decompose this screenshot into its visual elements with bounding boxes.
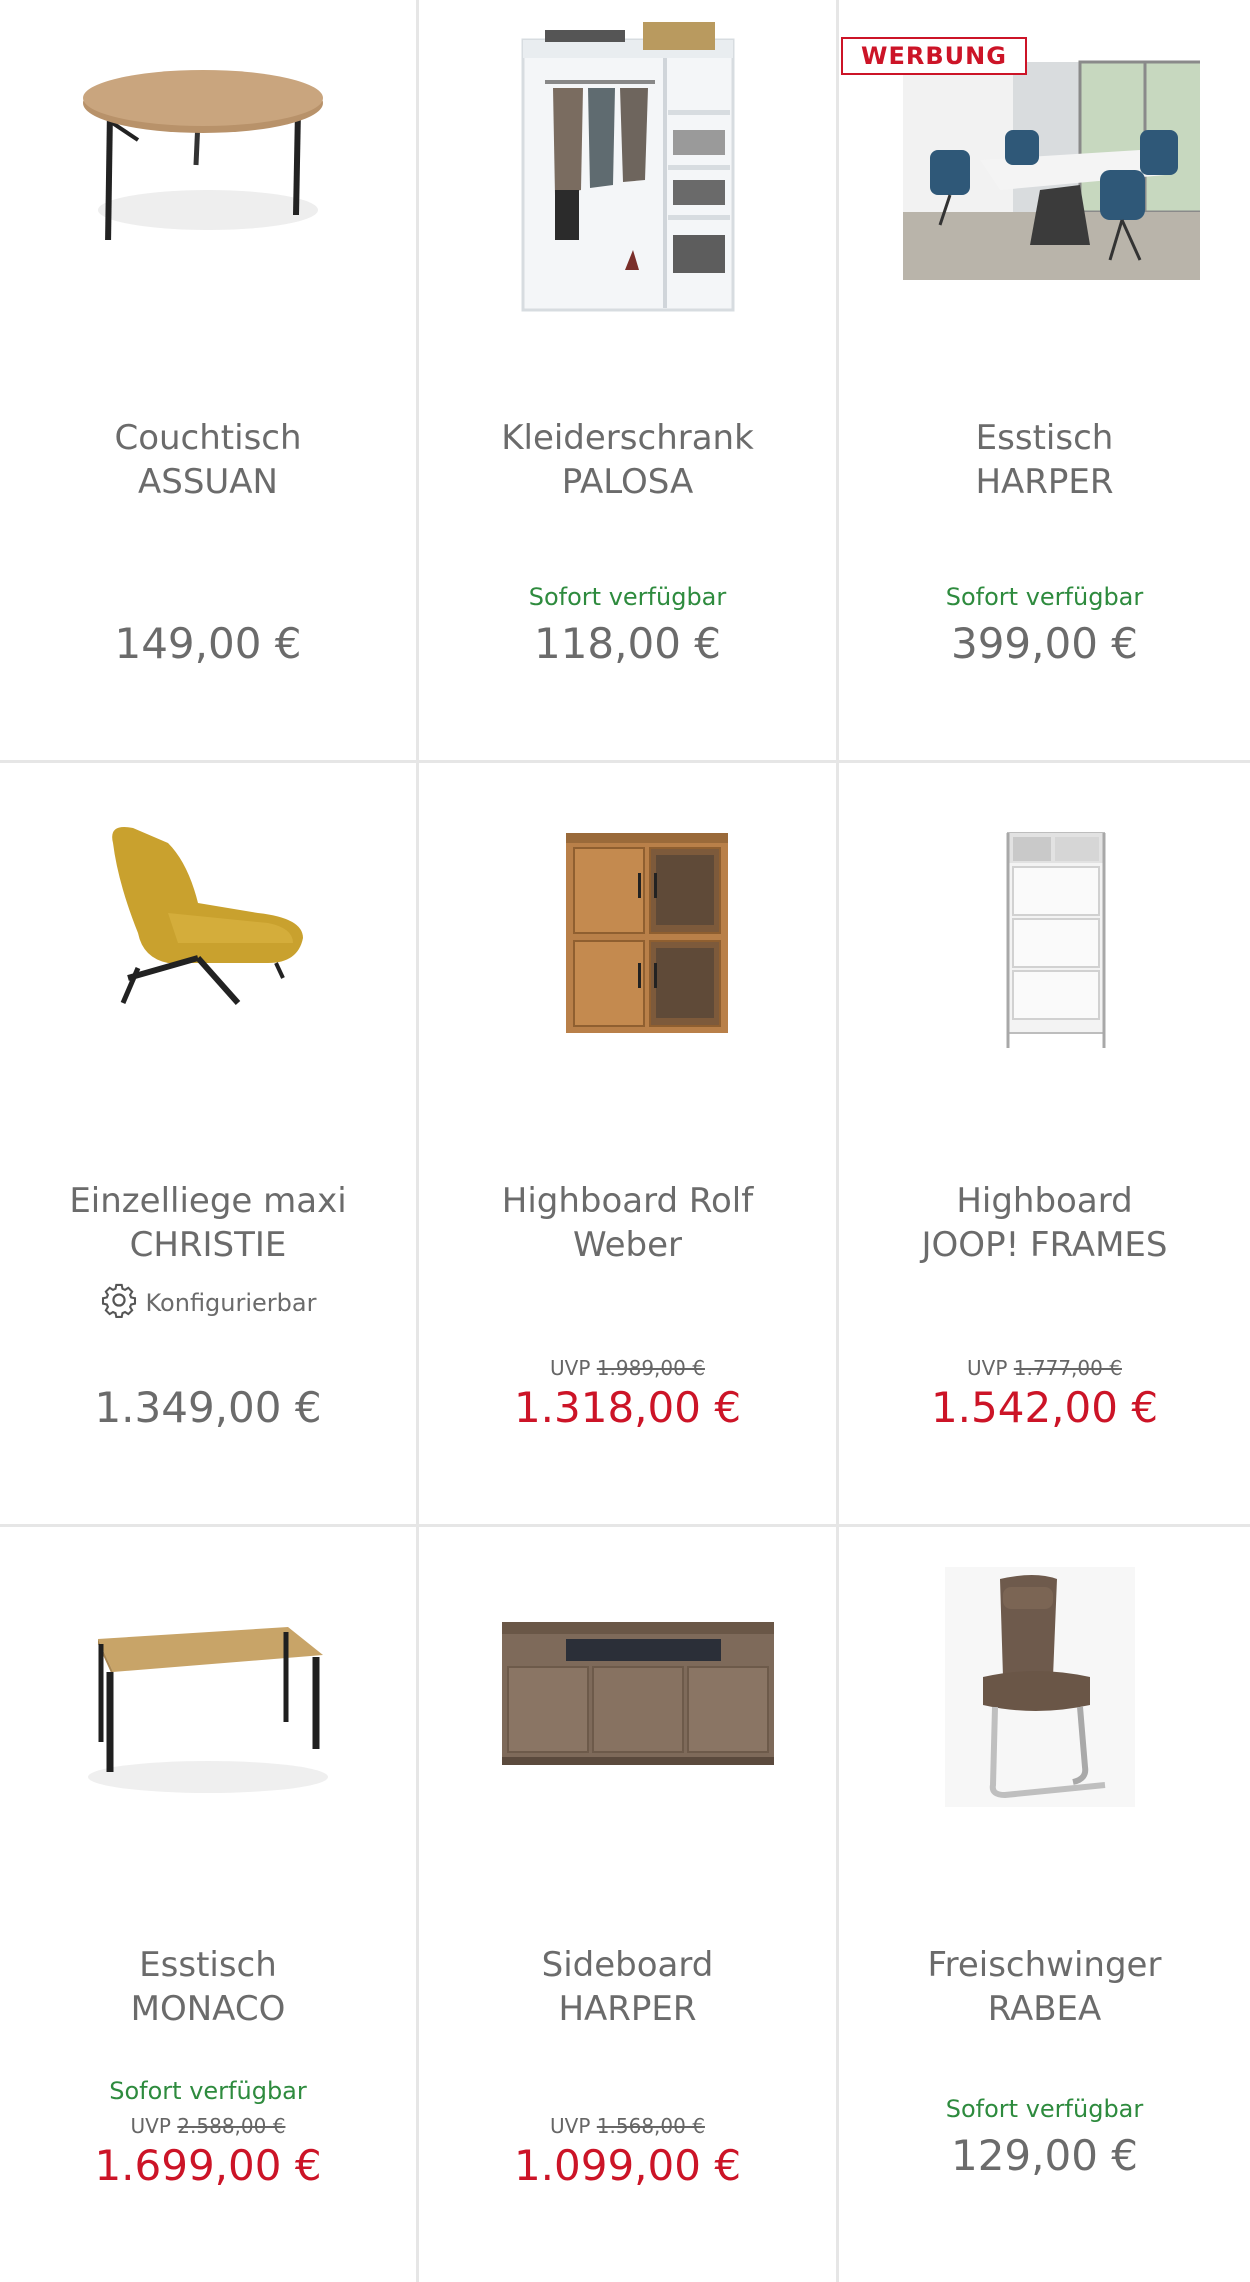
uvp-price: UVP 2.588,00 €: [131, 2112, 286, 2140]
product-name-line2: JOOP! FRAMES: [921, 1225, 1168, 1265]
availability-status: Sofort verfügbar: [109, 2077, 307, 2105]
product-price: 149,00 €: [114, 619, 302, 668]
price-block: Sofort verfügbar 399,00 €: [839, 582, 1250, 670]
availability-status: Sofort verfügbar: [945, 2095, 1144, 2123]
product-card-esstisch-harper[interactable]: Esstisch HARPER Sofort verfügbar 399,00 …: [839, 0, 1250, 763]
product-price: 399,00 €: [950, 619, 1139, 668]
product-image-sideboard[interactable]: [419, 1527, 836, 1917]
availability-status: Sofort verfügbar: [528, 583, 727, 611]
product-name-line2: RABEA: [987, 1989, 1102, 2029]
uvp-label: UVP: [967, 1356, 1008, 1380]
product-card-highboard-rolf-weber[interactable]: Highboard Rolf Weber UVP 1.989,00 € 1.31…: [419, 763, 839, 1527]
price-block: Sofort verfügbar 118,00 €: [419, 582, 836, 670]
product-price: 1.349,00 €: [94, 1383, 322, 1432]
product-name[interactable]: Esstisch HARPER: [955, 416, 1133, 504]
product-image-wardrobe[interactable]: [419, 0, 836, 390]
product-price: 1.099,00 €: [513, 2141, 742, 2190]
uvp-old-price: 1.777,00 €: [1013, 1356, 1122, 1380]
uvp-price: UVP 1.989,00 €: [550, 1354, 705, 1382]
availability-status: Sofort verfügbar: [945, 583, 1144, 611]
product-card-highboard-joop-frames[interactable]: Highboard JOOP! FRAMES UVP 1.777,00 € 1.…: [839, 763, 1250, 1527]
product-name-line2: Weber: [572, 1225, 682, 1265]
price-block: Sofort verfügbar UVP 2.588,00 € 1.699,00…: [0, 2076, 416, 2192]
product-name-line1: Esstisch: [975, 418, 1114, 458]
uvp-old-price: 1.568,00 €: [596, 2114, 705, 2138]
price-block: 149,00 €: [0, 618, 416, 670]
uvp-old-price: 2.588,00 €: [177, 2114, 286, 2138]
price-block: UVP 1.568,00 € 1.099,00 €: [419, 2112, 836, 2192]
product-card-sideboard-harper[interactable]: Sideboard HARPER UVP 1.568,00 € 1.099,00…: [419, 1527, 839, 2282]
product-image-lounger[interactable]: [0, 763, 416, 1153]
product-name-line1: Freischwinger: [927, 1945, 1162, 1985]
product-name-line2: HARPER: [975, 462, 1114, 502]
product-name[interactable]: Couchtisch ASSUAN: [94, 416, 321, 504]
product-name-line1: Einzelliege maxi: [69, 1181, 347, 1221]
product-name-line2: CHRISTIE: [129, 1225, 287, 1265]
uvp-price: UVP 1.777,00 €: [967, 1354, 1122, 1382]
product-card-freischwinger-rabea[interactable]: Freischwinger RABEA Sofort verfügbar 129…: [839, 1527, 1250, 2282]
product-name-line2: PALOSA: [561, 462, 694, 502]
product-name[interactable]: Sideboard HARPER: [522, 1943, 734, 2031]
price-block: 1.349,00 €: [0, 1382, 416, 1434]
product-name-line1: Sideboard: [541, 1945, 714, 1985]
uvp-old-price: 1.989,00 €: [596, 1356, 705, 1380]
product-price: 1.542,00 €: [930, 1383, 1159, 1432]
configurable-hint[interactable]: Konfigurierbar: [100, 1281, 317, 1325]
product-image-cantilever-chair[interactable]: [839, 1527, 1250, 1917]
product-card-esstisch-monaco[interactable]: Esstisch MONACO Sofort verfügbar UVP 2.5…: [0, 1527, 419, 2282]
advertising-badge: WERBUNG: [841, 37, 1027, 75]
product-name-line1: Highboard: [956, 1181, 1133, 1221]
product-image-highboard-white[interactable]: [839, 763, 1250, 1153]
product-card-kleiderschrank-palosa[interactable]: Kleiderschrank PALOSA Sofort verfügbar 1…: [419, 0, 839, 763]
product-name-line1: Kleiderschrank: [501, 418, 754, 458]
product-image-highboard-oak[interactable]: [419, 763, 836, 1153]
product-name-line1: Esstisch: [139, 1945, 277, 1985]
uvp-label: UVP: [550, 2114, 591, 2138]
price-block: UVP 1.989,00 € 1.318,00 €: [419, 1354, 836, 1434]
product-name-line2: MONACO: [130, 1989, 286, 2029]
gear-icon: [100, 1281, 138, 1325]
uvp-label: UVP: [130, 2114, 171, 2138]
product-card-einzelliege-christie[interactable]: Einzelliege maxi CHRISTIE Konfigurierbar…: [0, 763, 419, 1527]
product-grid: Couchtisch ASSUAN 149,00 € Kleiderschran…: [0, 0, 1250, 2282]
product-name-line1: Couchtisch: [114, 418, 302, 458]
product-card-couchtisch-assuan[interactable]: Couchtisch ASSUAN 149,00 €: [0, 0, 419, 763]
uvp-price: UVP 1.568,00 €: [550, 2112, 705, 2140]
product-price: 118,00 €: [533, 619, 722, 668]
product-name[interactable]: Kleiderschrank PALOSA: [481, 416, 774, 504]
product-name[interactable]: Esstisch MONACO: [111, 1943, 306, 2031]
product-price: 1.318,00 €: [513, 1383, 742, 1432]
product-image-coffee-table[interactable]: [0, 0, 416, 390]
product-name[interactable]: Einzelliege maxi CHRISTIE: [49, 1179, 366, 1267]
product-name-line2: ASSUAN: [137, 462, 278, 502]
product-name[interactable]: Highboard JOOP! FRAMES: [902, 1179, 1188, 1267]
product-name[interactable]: Highboard Rolf Weber: [482, 1179, 773, 1267]
uvp-label: UVP: [550, 1356, 591, 1380]
product-name[interactable]: Freischwinger RABEA: [908, 1943, 1182, 2031]
product-name-line2: HARPER: [558, 1989, 697, 2029]
product-name-line1: Highboard Rolf: [501, 1181, 754, 1221]
product-price: 129,00 €: [950, 2131, 1139, 2180]
product-image-dining-table[interactable]: [0, 1527, 416, 1917]
price-block: Sofort verfügbar 129,00 €: [839, 2094, 1250, 2182]
product-price: 1.699,00 €: [94, 2141, 322, 2190]
price-block: UVP 1.777,00 € 1.542,00 €: [839, 1354, 1250, 1434]
configurable-label: Konfigurierbar: [145, 1289, 317, 1317]
